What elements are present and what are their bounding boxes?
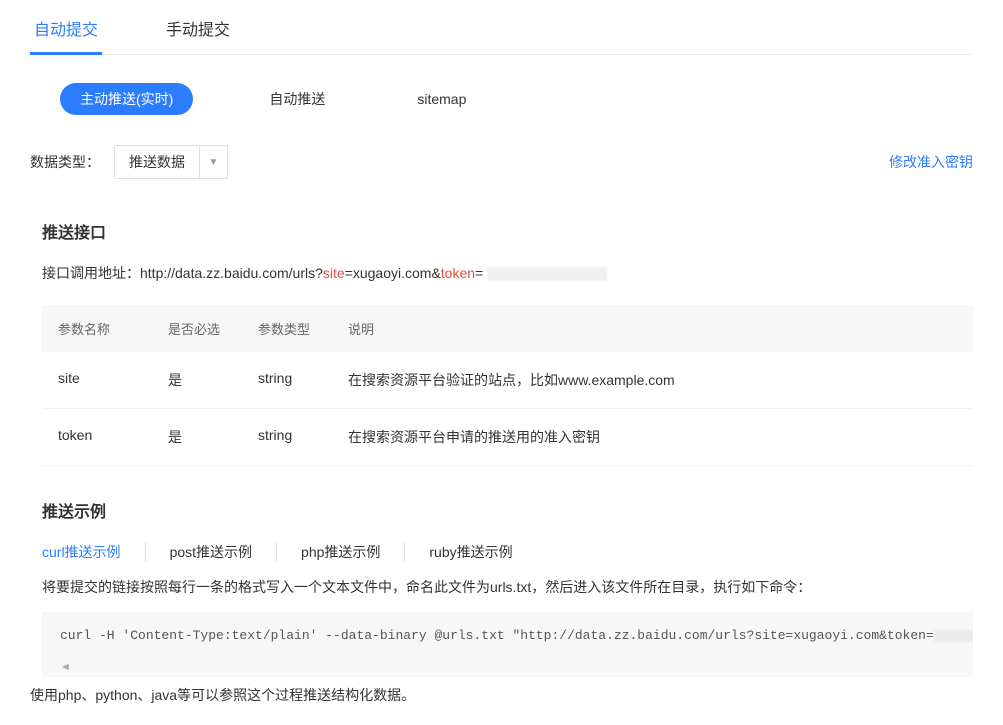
td-desc: 在搜索资源平台验证的站点，比如www.example.com: [348, 370, 957, 390]
param-site-val: =xugaoyi.com&: [345, 265, 441, 281]
datatype-select[interactable]: 推送数据 ▼: [114, 145, 228, 179]
example-footnote: 使用php、python、java等可以参照这个过程推送结构化数据。: [30, 685, 973, 705]
example-tab-curl[interactable]: curl推送示例: [42, 542, 146, 562]
table-header: 参数名称 是否必选 参数类型 说明: [42, 305, 973, 352]
subtab-active-push[interactable]: 主动推送(实时): [60, 83, 193, 115]
tab-auto-submit[interactable]: 自动提交: [30, 8, 102, 54]
th-required: 是否必选: [168, 319, 258, 338]
example-tab-php[interactable]: php推送示例: [277, 542, 405, 562]
section-push-interface-title: 推送接口: [30, 219, 973, 243]
param-site-key: site: [323, 265, 345, 281]
sub-tabs: 主动推送(实时) 自动推送 sitemap: [30, 55, 973, 125]
datatype-label: 数据类型：: [30, 152, 100, 172]
table-row: token 是 string 在搜索资源平台申请的推送用的准入密钥: [42, 409, 973, 466]
modify-key-link[interactable]: 修改准入密钥: [889, 152, 973, 172]
params-table: 参数名称 是否必选 参数类型 说明 site 是 string 在搜索资源平台验…: [42, 305, 973, 466]
datatype-row: 数据类型： 推送数据 ▼ 修改准入密钥: [30, 125, 973, 187]
td-required: 是: [168, 427, 258, 447]
th-desc: 说明: [348, 319, 957, 338]
code-line: curl -H 'Content-Type:text/plain' --data…: [60, 628, 955, 643]
example-tab-post[interactable]: post推送示例: [146, 542, 277, 562]
code-block[interactable]: curl -H 'Content-Type:text/plain' --data…: [42, 612, 973, 677]
code-text: curl -H 'Content-Type:text/plain' --data…: [60, 628, 934, 643]
table-row: site 是 string 在搜索资源平台验证的站点，比如www.example…: [42, 352, 973, 409]
section-push-example-title: 推送示例: [30, 498, 973, 522]
example-tabs: curl推送示例 post推送示例 php推送示例 ruby推送示例: [30, 542, 973, 562]
top-tabs: 自动提交 手动提交: [30, 0, 973, 55]
param-token-key: token: [441, 265, 475, 281]
example-tab-ruby[interactable]: ruby推送示例: [405, 542, 536, 562]
th-name: 参数名称: [58, 319, 168, 338]
td-type: string: [258, 370, 348, 390]
interface-url-label: 接口调用地址：: [42, 265, 140, 281]
th-type: 参数类型: [258, 319, 348, 338]
subtab-sitemap[interactable]: sitemap: [401, 85, 482, 113]
tab-manual-submit[interactable]: 手动提交: [162, 8, 234, 54]
interface-url-prefix: http://data.zz.baidu.com/urls?: [140, 265, 323, 281]
td-name: token: [58, 427, 168, 447]
td-type: string: [258, 427, 348, 447]
datatype-select-value: 推送数据: [115, 152, 199, 172]
td-desc: 在搜索资源平台申请的推送用的准入密钥: [348, 427, 957, 447]
example-description: 将要提交的链接按照每行一条的格式写入一个文本文件中，命名此文件为urls.txt…: [30, 576, 973, 598]
token-value-redacted: [487, 267, 607, 281]
interface-url: 接口调用地址：http://data.zz.baidu.com/urls?sit…: [30, 263, 973, 283]
code-token-redacted: [934, 630, 973, 642]
subtab-auto-push[interactable]: 自动推送: [253, 83, 341, 115]
td-required: 是: [168, 370, 258, 390]
td-name: site: [58, 370, 168, 390]
param-token-eq: =: [475, 265, 483, 281]
scroll-indicator-left-icon[interactable]: ◄: [60, 661, 955, 673]
datatype-left: 数据类型： 推送数据 ▼: [30, 145, 228, 179]
chevron-down-icon: ▼: [199, 146, 227, 178]
